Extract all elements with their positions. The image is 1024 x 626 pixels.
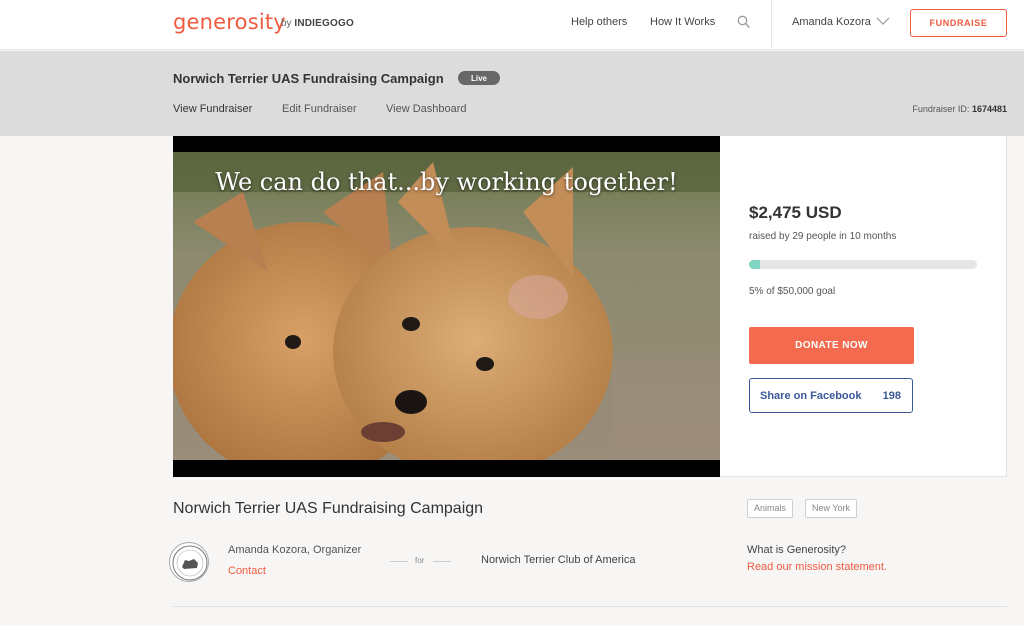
divider — [173, 606, 1007, 607]
campaign-header: Norwich Terrier UAS Fundraising Campaign… — [0, 51, 1024, 136]
fundraiser-id-label: Fundraiser ID: — [912, 104, 970, 114]
progress-fill — [749, 260, 761, 269]
tab-edit-fundraiser[interactable]: Edit Fundraiser — [282, 103, 357, 115]
club-seal-icon — [172, 545, 208, 581]
tag-new-york[interactable]: New York — [805, 499, 858, 518]
goal-text: 5% of $50,000 goal — [749, 286, 836, 297]
fundraiser-id-value: 1674481 — [971, 104, 1007, 114]
status-badge: Live — [458, 71, 500, 85]
search-icon[interactable] — [737, 15, 751, 29]
tab-view-dashboard[interactable]: View Dashboard — [386, 103, 467, 115]
beneficiary-name[interactable]: Norwich Terrier Club of America — [481, 554, 635, 566]
share-facebook-label: Share on Facebook — [760, 390, 862, 402]
mission-link[interactable]: Read our mission statement. — [747, 561, 887, 573]
puppies-image — [173, 152, 720, 460]
share-count: 198 — [882, 390, 901, 402]
avatar[interactable] — [169, 542, 209, 582]
tab-view-fundraiser[interactable]: View Fundraiser — [173, 103, 252, 115]
progress-bar — [749, 260, 977, 269]
contact-link[interactable]: Contact — [228, 565, 266, 577]
organizer-name: Amanda Kozora, Organizer — [228, 544, 362, 556]
help-others-link[interactable]: Help others — [571, 16, 627, 28]
fundraise-button[interactable]: FUNDRAISE — [910, 9, 1007, 37]
fundraiser-id: Fundraiser ID: 1674481 — [912, 104, 1007, 114]
nav-divider — [771, 0, 772, 50]
divider — [433, 561, 451, 562]
chevron-down-icon[interactable] — [876, 16, 890, 26]
how-it-works-link[interactable]: How It Works — [650, 16, 715, 28]
donate-button[interactable]: DONATE NOW — [749, 327, 914, 364]
divider — [390, 561, 408, 562]
campaign-header-title: Norwich Terrier UAS Fundraising Campaign — [173, 71, 444, 86]
hero-caption: We can do that...by working together! — [215, 168, 678, 196]
top-nav: generosity by INDIEGOGO Help others How … — [0, 0, 1024, 50]
indiegogo-text: INDIEGOGO — [294, 18, 354, 29]
what-is-generosity: What is Generosity? — [747, 544, 847, 556]
page-title: Norwich Terrier UAS Fundraising Campaign — [173, 500, 484, 517]
share-facebook-button[interactable]: Share on Facebook 198 — [749, 378, 913, 413]
raised-by-text: raised by 29 people in 10 months — [749, 231, 897, 242]
user-menu[interactable]: Amanda Kozora — [792, 16, 871, 28]
by-text: by — [281, 18, 292, 29]
hero-media[interactable]: We can do that...by working together! — [173, 136, 720, 477]
for-label: for — [415, 556, 425, 565]
by-indiegogo: by INDIEGOGO — [281, 18, 354, 29]
amount-raised: $2,475 USD — [749, 203, 842, 222]
tag-animals[interactable]: Animals — [747, 499, 794, 518]
generosity-logo[interactable]: generosity — [173, 10, 286, 34]
